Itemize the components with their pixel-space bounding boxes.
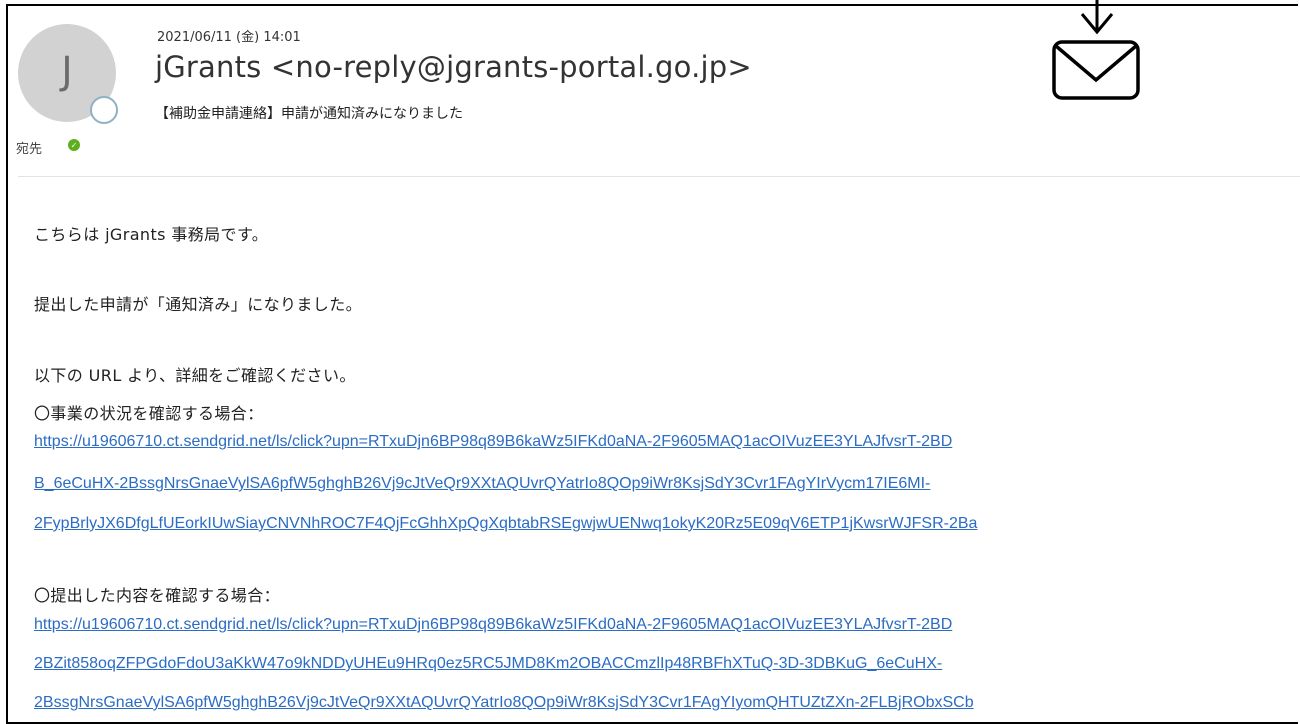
check-circle-icon: ✓ bbox=[68, 139, 80, 151]
envelope-icon bbox=[1052, 0, 1140, 100]
avatar-initial: J bbox=[61, 49, 73, 93]
business-status-link-line[interactable]: https://u19606710.ct.sendgrid.net/ls/cli… bbox=[34, 433, 1266, 451]
sender-name[interactable]: jGrants <no-reply@jgrants-portal.go.jp> bbox=[155, 50, 752, 84]
submitted-content-link-line[interactable]: 2BssgNrsGnaeVylSA6pfW5ghghB26Vj9cJtVeQr9… bbox=[34, 694, 1266, 712]
presence-status-icon bbox=[90, 96, 118, 124]
header-divider bbox=[18, 176, 1300, 177]
submitted-content-link-line[interactable]: 2BZit858oqZFPGdoFdoU3aKkW47o9kNDDyUHEu9H… bbox=[34, 655, 1266, 673]
submitted-content-link-line[interactable]: https://u19606710.ct.sendgrid.net/ls/cli… bbox=[34, 616, 1266, 634]
business-status-label: 〇事業の状況を確認する場合： bbox=[34, 404, 264, 423]
email-timestamp: 2021/06/11 (金) 14:01 bbox=[157, 30, 301, 45]
greeting-text: こちらは jGrants 事務局です。 bbox=[34, 225, 269, 244]
status-text: 提出した申請が「通知済み」になりました。 bbox=[34, 295, 363, 314]
business-status-link-line[interactable]: B_6eCuHX-2BssgNrsGnaeVylSA6pfW5ghghB26Vj… bbox=[34, 475, 1266, 493]
email-subject: 【補助金申請連絡】申請が通知済みになりました bbox=[155, 106, 463, 122]
submitted-content-label: 〇提出した内容を確認する場合： bbox=[34, 586, 281, 605]
url-intro-text: 以下の URL より、詳細をご確認ください。 bbox=[34, 366, 356, 385]
arrow-down-icon bbox=[1080, 0, 1114, 35]
business-status-link-line[interactable]: 2FypBrlyJX6DfgLfUEorkIUwSiayCNVNhROC7F4Q… bbox=[34, 515, 1266, 533]
to-label: 宛先 bbox=[16, 142, 43, 157]
